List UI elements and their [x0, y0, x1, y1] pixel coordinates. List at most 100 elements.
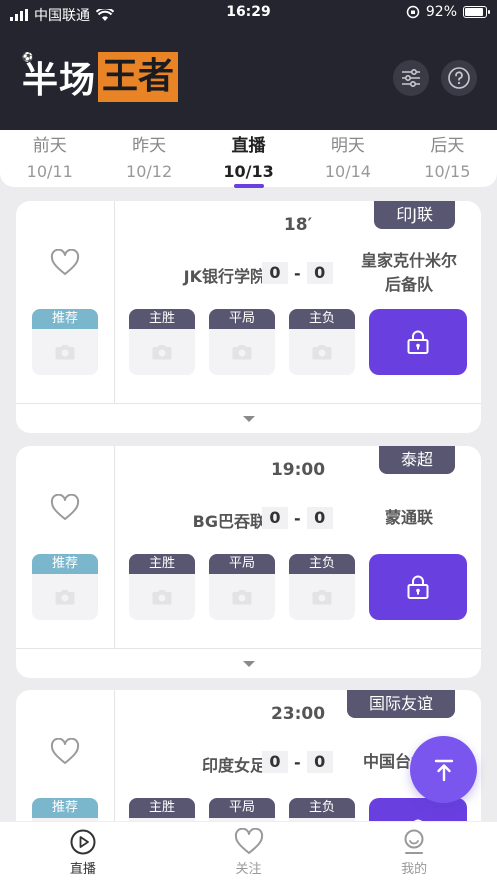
score-separator: - — [294, 263, 301, 283]
away-team-line-2: 后备队 — [384, 275, 433, 294]
odds-label: 主负 — [289, 309, 355, 329]
tab-label: 后天 — [430, 136, 465, 156]
camera-icon — [232, 590, 252, 605]
caret-down-icon — [242, 660, 255, 667]
recommend-tag: 推荐 — [32, 554, 98, 574]
sliders-icon — [402, 68, 420, 88]
league-badge: 国际友谊 — [346, 690, 455, 718]
odds-label: 主胜 — [129, 798, 195, 818]
camera-icon — [55, 345, 75, 360]
score: 0 - 0 — [262, 262, 333, 284]
tab-label: 前天 — [32, 136, 67, 156]
odds-home-win[interactable]: 主胜 — [129, 309, 195, 375]
nav-label: 我的 — [401, 862, 428, 877]
help-button[interactable] — [441, 60, 477, 96]
tab-date: 10/15 — [424, 162, 471, 181]
odds-draw[interactable]: 平局 — [209, 309, 275, 375]
odds-label: 平局 — [209, 309, 275, 329]
match-card: 推荐 泰超 19:00 BG巴吞联 0 - 0 蒙通联 主胜 平局 主负 — [16, 446, 481, 678]
heart-icon — [234, 828, 263, 854]
away-team: 蒙通联 — [350, 506, 468, 530]
odds-home-win[interactable]: 主胜 — [129, 554, 195, 620]
recommend-box[interactable]: 推荐 — [32, 554, 98, 620]
scroll-to-top-button[interactable] — [410, 736, 477, 803]
play-icon — [70, 829, 96, 855]
question-icon — [448, 67, 470, 89]
bottom-nav: 直播 关注 我的 — [0, 821, 497, 883]
logo-text-2: 王者 — [98, 52, 179, 102]
nav-follow[interactable]: 关注 — [166, 822, 332, 883]
user-icon — [404, 829, 424, 854]
away-team-line-1: 皇家克什米尔 — [360, 251, 457, 270]
league-badge: 泰超 — [378, 446, 455, 474]
recommend-box[interactable]: 推荐 — [32, 309, 98, 375]
recommend-tag: 推荐 — [32, 309, 98, 329]
tab-date: 10/11 — [26, 162, 73, 181]
lock-icon — [407, 575, 429, 599]
tab-day-before-yesterday[interactable]: 前天 10/11 — [0, 130, 99, 187]
camera-icon — [312, 345, 332, 360]
home-score: 0 — [262, 507, 288, 529]
tab-label: 直播 — [231, 136, 266, 156]
match-card: 推荐 印J联 18′ JK银行学院 0 - 0 皇家克什米尔 后备队 主胜 平局… — [16, 201, 481, 433]
nav-label: 关注 — [235, 862, 262, 877]
match-time: 19:00 — [270, 460, 326, 480]
tab-live[interactable]: 直播 10/13 — [199, 130, 298, 188]
tab-label: 明天 — [330, 136, 365, 156]
nav-live[interactable]: 直播 — [0, 822, 166, 883]
logo-text-1: ⚽ 半场 — [22, 53, 97, 101]
camera-icon — [152, 345, 172, 360]
odds-away-win[interactable]: 主负 — [289, 309, 355, 375]
tab-yesterday[interactable]: 昨天 10/12 — [99, 130, 198, 187]
odds-draw[interactable]: 平局 — [209, 554, 275, 620]
tab-date: 10/14 — [324, 162, 371, 181]
odds-label: 平局 — [209, 798, 275, 818]
away-team-line-1: 蒙通联 — [384, 508, 433, 527]
tab-label: 昨天 — [132, 136, 167, 156]
home-team: 印度女足 — [201, 756, 266, 775]
away-team: 皇家克什米尔 后备队 — [350, 249, 468, 297]
tab-date: 10/13 — [223, 162, 274, 181]
camera-icon — [312, 590, 332, 605]
expand-toggle[interactable] — [16, 403, 481, 433]
heart-icon[interactable] — [50, 249, 80, 277]
nav-label: 直播 — [69, 862, 96, 877]
tab-day-after-tomorrow[interactable]: 后天 10/15 — [398, 130, 497, 187]
away-score: 0 — [306, 751, 333, 773]
unlock-prediction-button[interactable] — [369, 309, 467, 375]
recommend-tag: 推荐 — [32, 798, 98, 818]
filter-button[interactable] — [393, 60, 429, 96]
score-separator: - — [294, 752, 301, 772]
odds-away-win[interactable]: 主负 — [289, 554, 355, 620]
tab-date: 10/12 — [126, 162, 173, 181]
away-score: 0 — [306, 262, 333, 284]
nav-mine[interactable]: 我的 — [331, 822, 497, 883]
heart-icon[interactable] — [50, 738, 80, 766]
app-header: 中国联通 16:29 92% ⚽ 半场 王者 — [0, 0, 497, 135]
match-time: 18′ — [283, 215, 313, 235]
score-separator: - — [294, 508, 301, 528]
heart-icon[interactable] — [50, 494, 80, 522]
lock-icon — [407, 330, 429, 354]
orientation-lock-icon — [406, 5, 420, 19]
odds-label: 主胜 — [129, 554, 195, 574]
status-bar: 中国联通 16:29 92% — [0, 0, 497, 26]
away-score: 0 — [306, 507, 333, 529]
expand-toggle[interactable] — [16, 648, 481, 678]
arrow-to-top-icon — [434, 759, 453, 781]
match-time: 23:00 — [270, 704, 326, 724]
match-side-column: 推荐 — [16, 201, 115, 403]
unlock-prediction-button[interactable] — [369, 554, 467, 620]
camera-icon — [152, 590, 172, 605]
date-tabs: 前天 10/11 昨天 10/12 直播 10/13 明天 10/14 后天 1… — [0, 130, 497, 188]
caret-down-icon — [242, 415, 255, 422]
tab-tomorrow[interactable]: 明天 10/14 — [298, 130, 397, 187]
battery-percent: 92% — [425, 4, 457, 20]
odds-label: 主胜 — [129, 309, 195, 329]
match-side-column: 推荐 — [16, 446, 115, 648]
camera-icon — [55, 590, 75, 605]
home-team: BG巴吞联 — [192, 512, 266, 531]
home-team: JK银行学院 — [183, 267, 266, 286]
league-badge: 印J联 — [374, 201, 455, 229]
odds-label: 主负 — [289, 798, 355, 818]
